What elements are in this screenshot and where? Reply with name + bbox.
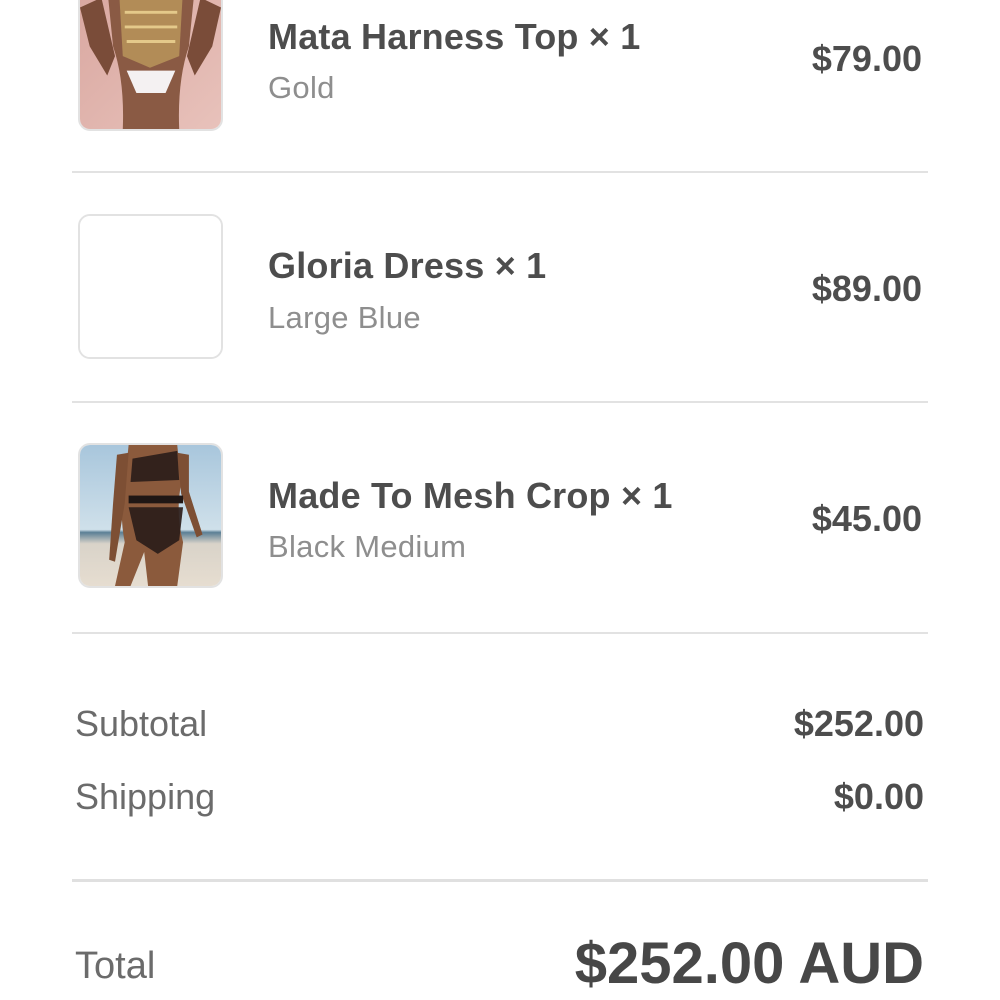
product-price: $79.00 <box>811 38 922 79</box>
line-item: Made To Mesh Crop × 1 Black Medium $45.0… <box>0 402 1000 632</box>
total-divider <box>72 879 928 882</box>
product-price: $89.00 <box>811 268 922 309</box>
line-item: Gloria Dress × 1 Large Blue $89.00 <box>0 172 1000 402</box>
order-summary: Mata Harness Top × 1 Gold $79.00 Gloria … <box>0 0 1000 1000</box>
product-name: Gloria Dress × 1 <box>268 245 547 286</box>
subtotal-value: $252.00 <box>793 703 924 744</box>
product-variant: Black Medium <box>268 529 467 564</box>
product-variant: Gold <box>268 70 335 105</box>
product-thumbnail <box>78 214 223 359</box>
shipping-value: $0.00 <box>833 776 924 817</box>
product-variant: Large Blue <box>268 300 421 335</box>
product-thumbnail <box>78 0 223 131</box>
product-name: Made To Mesh Crop × 1 <box>268 475 673 516</box>
product-name: Mata Harness Top × 1 <box>268 16 641 57</box>
total-value: $252.00 AUD <box>574 931 924 996</box>
product-thumbnail <box>78 443 223 588</box>
item-divider <box>72 632 928 634</box>
total-label: Total <box>75 945 156 987</box>
product-price: $45.00 <box>811 498 922 539</box>
shipping-label: Shipping <box>75 776 216 817</box>
subtotal-label: Subtotal <box>75 703 208 744</box>
